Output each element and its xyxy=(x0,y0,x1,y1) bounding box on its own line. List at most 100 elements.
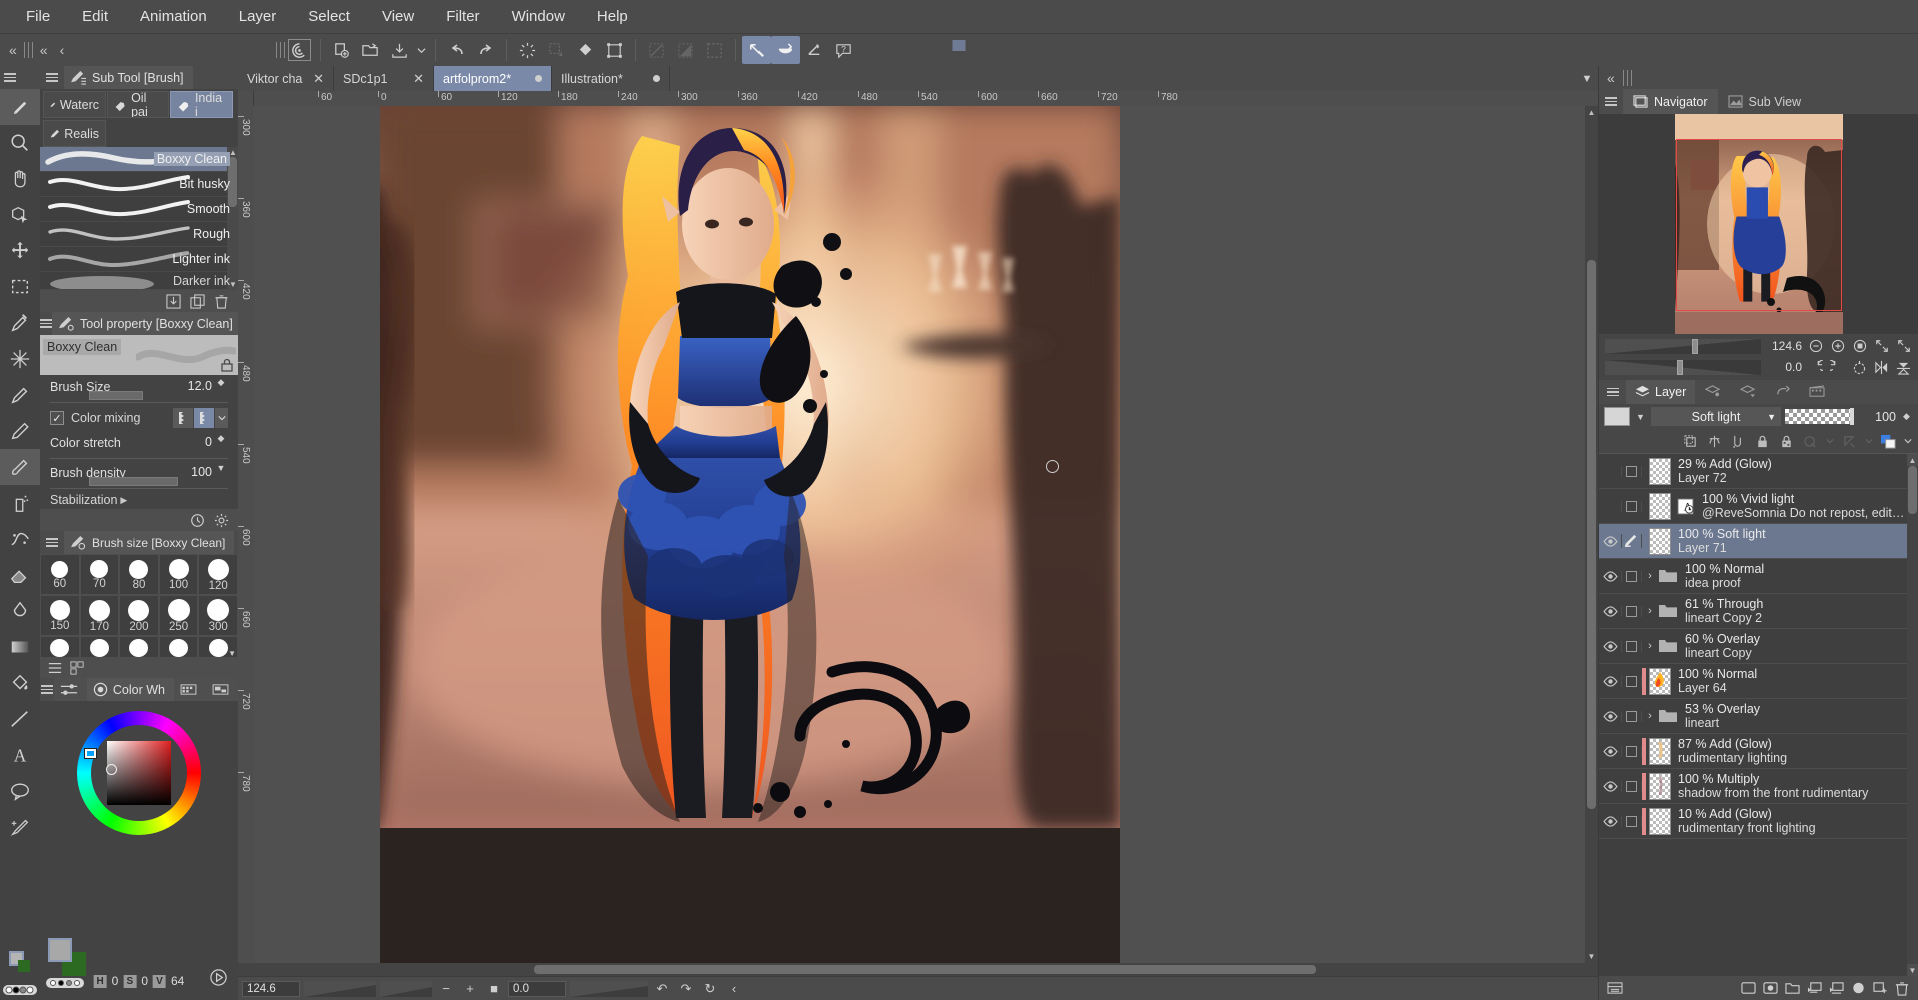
zoom-out-icon[interactable] xyxy=(1807,338,1824,355)
brush-item-lighter-ink[interactable]: Lighter ink xyxy=(40,247,238,272)
menu-edit[interactable]: Edit xyxy=(66,0,124,33)
layer-list[interactable]: 29 % Add (Glow)Layer 72A100 % Vivid ligh… xyxy=(1599,453,1918,976)
layer-expand-icon[interactable]: › xyxy=(1642,570,1658,582)
scroll-down-icon[interactable]: ▼ xyxy=(1907,964,1918,976)
color-palette-strip[interactable] xyxy=(0,980,40,1000)
zoom-in-icon[interactable] xyxy=(1829,338,1846,355)
checkbox[interactable] xyxy=(1626,780,1637,792)
scroll-down-icon[interactable]: ▼ xyxy=(1585,950,1598,963)
color-mixing-row[interactable]: ✓ Color mixing xyxy=(40,405,238,431)
text-tool[interactable]: A xyxy=(0,737,40,773)
mask-area-dropdown-icon[interactable] xyxy=(1862,431,1875,451)
color-stretch-row[interactable]: Color stretch 0 ◆ xyxy=(40,431,238,461)
layer-row[interactable]: 29 % Add (Glow) Layer 72 xyxy=(1599,454,1907,489)
magnifier-tool[interactable] xyxy=(0,125,40,161)
save-dropdown-icon[interactable] xyxy=(414,36,429,64)
tool-brush-indicator[interactable] xyxy=(0,89,40,125)
menu-select[interactable]: Select xyxy=(292,0,366,33)
color-panel-menu-icon[interactable] xyxy=(40,685,53,694)
stabilization-level-5[interactable] xyxy=(952,40,966,51)
brush-size-120[interactable]: 120 xyxy=(198,554,238,595)
clock-icon[interactable] xyxy=(190,513,205,528)
dock-grip[interactable] xyxy=(1622,68,1632,88)
layer-visibility-toggle[interactable] xyxy=(1599,780,1621,792)
lock-transparent-pixels-icon[interactable] xyxy=(1775,431,1797,451)
checkbox[interactable] xyxy=(1626,465,1637,477)
scale-rotate-icon[interactable] xyxy=(600,36,629,64)
fill-bucket-tool[interactable] xyxy=(0,665,40,701)
brush-tool[interactable] xyxy=(0,449,40,485)
balloon-tool[interactable] xyxy=(0,773,40,809)
fill-selection-icon[interactable] xyxy=(542,36,571,64)
airbrush-tool[interactable] xyxy=(0,485,40,521)
zoom-field[interactable]: 124.6 xyxy=(242,980,300,997)
palette-color-dropdown-icon[interactable] xyxy=(1901,431,1914,451)
figure-tool[interactable] xyxy=(0,701,40,737)
navigator-preview[interactable] xyxy=(1599,114,1918,334)
layer-row[interactable]: 10 % Add (Glow) rudimentary front lightin… xyxy=(1599,804,1907,839)
lock-icon[interactable] xyxy=(219,357,235,373)
menu-help[interactable]: Help xyxy=(581,0,644,33)
mask-enable-icon[interactable] xyxy=(1799,431,1821,451)
layer-row[interactable]: 100 % Soft light Layer 71 xyxy=(1599,524,1907,559)
brush-category-watercolor[interactable]: Waterc xyxy=(43,91,106,118)
brush-size-row3-2[interactable] xyxy=(79,636,120,658)
scroll-thumb[interactable] xyxy=(1587,260,1596,809)
pencil-tool[interactable] xyxy=(0,413,40,449)
layer-select-checkbox[interactable] xyxy=(1621,640,1642,652)
new-tonal-layer-icon[interactable] xyxy=(1762,981,1779,995)
layer-row[interactable]: 87 % Add (Glow) rudimentary lighting xyxy=(1599,734,1907,769)
layer-visibility-toggle[interactable] xyxy=(1599,605,1621,617)
zoom-slider-secondary[interactable] xyxy=(380,980,432,997)
blend-mode-select[interactable]: Soft light ▼ xyxy=(1651,407,1781,426)
sv-marker[interactable] xyxy=(106,764,117,775)
eyedropper-tool[interactable] xyxy=(0,305,40,341)
checkbox[interactable] xyxy=(1626,500,1637,512)
layer-row[interactable]: › 61 % Through lineart Copy 2 xyxy=(1599,594,1907,629)
flip-horizontal-icon[interactable] xyxy=(1873,359,1890,376)
layer-select-checkbox[interactable] xyxy=(1621,710,1642,722)
artwork-canvas[interactable] xyxy=(380,106,1120,963)
document-tab-artfolprom2[interactable]: artfolprom2* xyxy=(434,66,552,91)
tab-navigator[interactable]: Navigator xyxy=(1623,89,1718,114)
approximate-color-icon[interactable] xyxy=(209,968,228,990)
tool-property-menu-icon[interactable] xyxy=(40,319,52,328)
collapse-icon[interactable]: ‹ xyxy=(724,980,744,998)
menu-animation[interactable]: Animation xyxy=(124,0,223,33)
snap-to-guide-icon[interactable] xyxy=(800,36,829,64)
move-layer-tool[interactable] xyxy=(0,233,40,269)
navigator-zoom-slider[interactable] xyxy=(1605,338,1761,354)
opacity-stepper[interactable]: ◆ xyxy=(1900,407,1913,426)
zoom-slider[interactable] xyxy=(304,980,376,997)
pen-tool[interactable] xyxy=(0,377,40,413)
hue-marker[interactable] xyxy=(84,748,97,759)
brush-size-stepper[interactable]: ◆ xyxy=(216,378,226,387)
checkbox[interactable] xyxy=(1626,710,1637,722)
rotate-right-icon[interactable]: ↷ xyxy=(676,980,696,998)
layer-visibility-toggle[interactable] xyxy=(1599,640,1621,652)
palette-color-icon[interactable] xyxy=(1877,431,1899,451)
brush-size-170[interactable]: 170 xyxy=(79,595,120,636)
layer-row[interactable]: A100 % Vivid light@ReveSomnia Do not rep… xyxy=(1599,489,1907,524)
reset-rotation-icon[interactable]: ↻ xyxy=(700,980,720,998)
layer-visibility-toggle[interactable] xyxy=(1599,745,1621,757)
help-icon[interactable]: ? xyxy=(829,36,858,64)
layer-visibility-toggle[interactable] xyxy=(1599,815,1621,827)
blend-tool[interactable] xyxy=(0,593,40,629)
vertical-ruler[interactable]: 300 360 420 480 540 600 660 720 780 xyxy=(238,106,254,963)
brush-size-80[interactable]: 80 xyxy=(119,554,159,595)
brush-size-tab[interactable]: Brush size [Boxxy Clean] xyxy=(64,531,235,554)
transfer-down-icon[interactable] xyxy=(1806,981,1823,995)
clip-to-layer-icon[interactable] xyxy=(1679,431,1701,451)
brush-size-scroll-down-icon[interactable]: ▼ xyxy=(228,649,236,658)
tab-sub-view[interactable]: Sub View xyxy=(1718,89,1812,114)
flip-vertical-icon[interactable] xyxy=(1895,359,1912,376)
modified-indicator-icon[interactable] xyxy=(653,75,660,82)
layer-select-checkbox[interactable] xyxy=(1621,675,1642,687)
canvas-horizontal-scrollbar[interactable] xyxy=(238,963,1585,976)
mix-mode-1-icon[interactable] xyxy=(173,408,193,428)
checkbox[interactable] xyxy=(1626,675,1637,687)
layer-select-checkbox[interactable] xyxy=(1621,500,1642,512)
brush-list-scrollbar[interactable]: ▲ ▼ xyxy=(227,147,238,290)
canvas-vertical-scrollbar[interactable]: ▲ ▼ xyxy=(1585,106,1598,963)
